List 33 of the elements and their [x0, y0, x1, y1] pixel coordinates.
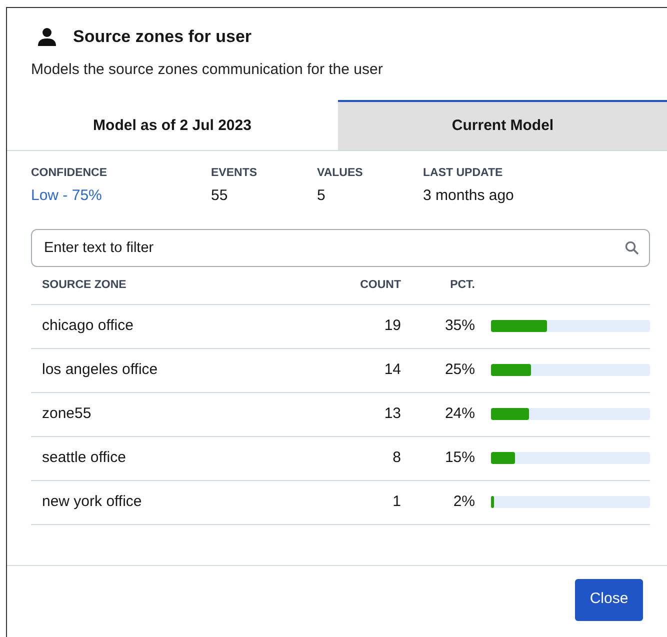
table-cell: 35%: [444, 317, 475, 334]
user-icon: [37, 26, 57, 47]
column-header: COUNT: [360, 278, 401, 291]
close-button[interactable]: Close: [575, 578, 643, 620]
table-cell: 14: [384, 361, 401, 378]
table-cell: 25%: [444, 361, 475, 378]
table-cell: los angeles office: [42, 361, 158, 378]
tab[interactable]: Current Model: [338, 100, 667, 150]
table-cell: zone55: [42, 405, 92, 422]
stat-label: LAST UPDATE: [423, 166, 504, 181]
table-cell: 13: [384, 405, 401, 422]
table-cell: 15%: [444, 449, 475, 466]
table-cell: new york office: [42, 493, 142, 510]
stat-value: 5: [317, 186, 326, 206]
table-cell: 1: [392, 493, 401, 510]
search-icon: [625, 240, 639, 255]
dialog-title: Source zones for user: [73, 26, 252, 48]
table-cell: 8: [392, 449, 401, 466]
table-cell: chicago office: [42, 317, 134, 334]
stat-label: VALUES: [317, 166, 364, 181]
stat-label: EVENTS: [211, 166, 258, 181]
stat-value: 55: [211, 186, 229, 206]
table-cell: 2%: [453, 493, 475, 510]
stat-value: 3 months ago: [423, 186, 515, 206]
filter-field[interactable]: Enter text to filter: [31, 228, 650, 267]
column-header: PCT.: [450, 278, 475, 291]
dialog-description: Models the source zones communication for the user: [31, 60, 384, 80]
table-cell: 24%: [444, 405, 475, 422]
stat-label: CONFIDENCE: [31, 166, 108, 181]
table-cell: seattle office: [42, 449, 126, 466]
column-header: SOURCE ZONE: [42, 278, 126, 291]
confidence-link[interactable]: Low - 75%: [31, 185, 102, 208]
table-cell: 19: [384, 317, 401, 334]
